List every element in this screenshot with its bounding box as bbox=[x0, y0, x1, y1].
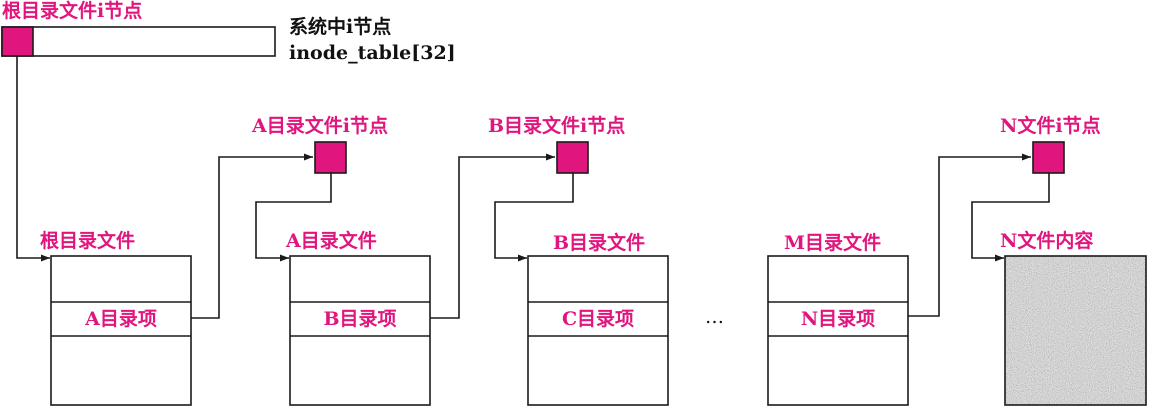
inode-table-array-label: inode_table[32] bbox=[289, 42, 456, 64]
b-dir-entry: B目录项 bbox=[323, 308, 397, 330]
m-dir-file-box bbox=[767, 255, 909, 406]
a-dir-inode-label: A目录文件i节点 bbox=[252, 115, 388, 137]
inode-lookup-diagram: 根目录文件i节点 系统中i节点 inode_table[32] A目录文件i节点… bbox=[0, 0, 1152, 412]
a-dir-file-title: A目录文件 bbox=[286, 230, 377, 252]
ellipsis: … bbox=[705, 306, 724, 328]
b-dir-inode-label: B目录文件i节点 bbox=[488, 115, 626, 137]
root-inode-to-root-dir-arrow bbox=[16, 56, 50, 262]
b-dir-inode-box bbox=[556, 141, 589, 174]
root-dir-file-title: 根目录文件 bbox=[40, 230, 136, 252]
n-dir-entry: N目录项 bbox=[800, 308, 876, 330]
diagram-canvas bbox=[1, 26, 1147, 406]
a-dir-inode-box bbox=[314, 141, 347, 174]
n-file-content-block bbox=[1004, 255, 1147, 406]
b-dir-file-box bbox=[527, 255, 669, 406]
inode-table-bar bbox=[1, 26, 276, 57]
b-dir-file-title: B目录文件 bbox=[553, 232, 646, 254]
m-dir-file-title: M目录文件 bbox=[784, 232, 882, 254]
a-dir-entry: A目录项 bbox=[85, 308, 157, 330]
n-file-inode-box bbox=[1032, 141, 1065, 174]
system-inode-label: 系统中i节点 bbox=[289, 16, 392, 38]
root-dir-file-box bbox=[50, 255, 192, 406]
n-file-inode-label: N文件i节点 bbox=[1000, 115, 1101, 137]
c-dir-entry: C目录项 bbox=[561, 308, 635, 330]
n-file-content-title: N文件内容 bbox=[1000, 230, 1094, 252]
a-dir-file-box bbox=[289, 255, 431, 406]
root-inode-cell bbox=[1, 26, 34, 57]
root-inode-title: 根目录文件i节点 bbox=[2, 0, 143, 22]
